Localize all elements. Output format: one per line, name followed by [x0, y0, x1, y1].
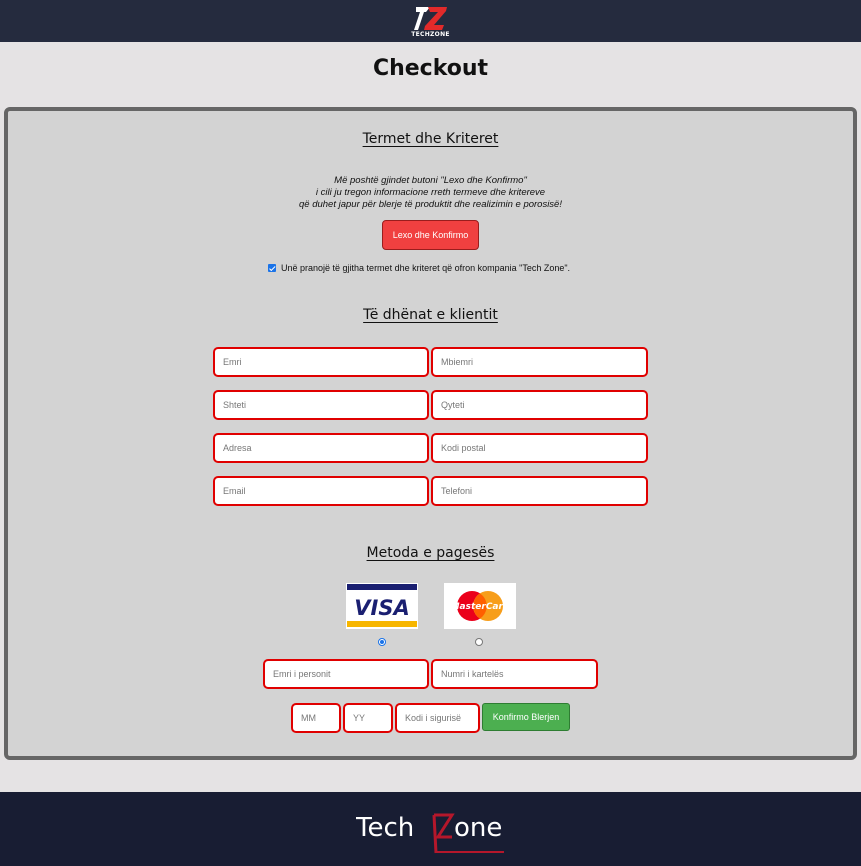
- terms-description-line: Më poshtë gjindet butoni "Lexo dhe Konfi…: [334, 175, 527, 186]
- card-number-input[interactable]: [431, 659, 598, 689]
- techzone-logo[interactable]: TECHZONE: [411, 5, 451, 38]
- agree-terms-label: Unë pranojë të gjitha termet dhe kritere…: [281, 263, 571, 273]
- visa-logo-icon: VISA: [346, 583, 418, 629]
- confirm-purchase-button[interactable]: Konfirmo Blerjen: [482, 703, 570, 731]
- postal-code-input[interactable]: [431, 433, 648, 463]
- mastercard-logo-icon: MasterCard: [444, 583, 516, 629]
- last-name-input[interactable]: [431, 347, 648, 377]
- agree-terms-row[interactable]: Unë pranojë të gjitha termet dhe kritere…: [268, 263, 570, 273]
- footer-logo-tech: Tech: [356, 813, 414, 843]
- visa-logo-text: VISA: [354, 596, 409, 620]
- country-input[interactable]: [213, 390, 429, 420]
- expiry-month-input[interactable]: [291, 703, 341, 733]
- visa-card-option[interactable]: VISA: [346, 583, 418, 629]
- city-input[interactable]: [431, 390, 648, 420]
- footer-techzone-logo[interactable]: Tech one: [356, 803, 506, 855]
- agree-terms-checkbox[interactable]: [268, 264, 276, 272]
- terms-description-line: i cili ju tregon informacione rreth term…: [315, 187, 546, 198]
- checkout-panel: Termet dhe Kriteret Më poshtë gjindet bu…: [4, 107, 857, 760]
- footer: Tech one: [0, 792, 861, 866]
- read-and-confirm-button[interactable]: Lexo dhe Konfirmo: [382, 220, 479, 250]
- header-logo-text: TECHZONE: [411, 30, 450, 38]
- terms-heading: Termet dhe Kriteret: [362, 131, 499, 147]
- phone-input[interactable]: [431, 476, 648, 506]
- email-input[interactable]: [213, 476, 429, 506]
- cardholder-name-input[interactable]: [263, 659, 429, 689]
- mastercard-option[interactable]: MasterCard: [444, 583, 516, 629]
- footer-logo-one: one: [454, 813, 502, 843]
- expiry-year-input[interactable]: [343, 703, 393, 733]
- mastercard-logo-text: MasterCard: [451, 602, 510, 612]
- address-input[interactable]: [213, 433, 429, 463]
- security-code-input[interactable]: [395, 703, 480, 733]
- client-data-heading: Të dhënat e klientit: [363, 307, 498, 323]
- terms-description-line: që duhet japur për blerje të produktit d…: [299, 199, 562, 210]
- first-name-input[interactable]: [213, 347, 429, 377]
- tz-logo-icon: [413, 6, 447, 30]
- terms-description: Më poshtë gjindet butoni "Lexo dhe Konfi…: [8, 175, 853, 211]
- top-navbar: TECHZONE: [0, 0, 861, 42]
- mastercard-radio[interactable]: [475, 638, 483, 646]
- visa-radio[interactable]: [378, 638, 386, 646]
- page-title: Checkout: [372, 56, 489, 81]
- payment-method-heading: Metoda e pagesës: [366, 545, 495, 561]
